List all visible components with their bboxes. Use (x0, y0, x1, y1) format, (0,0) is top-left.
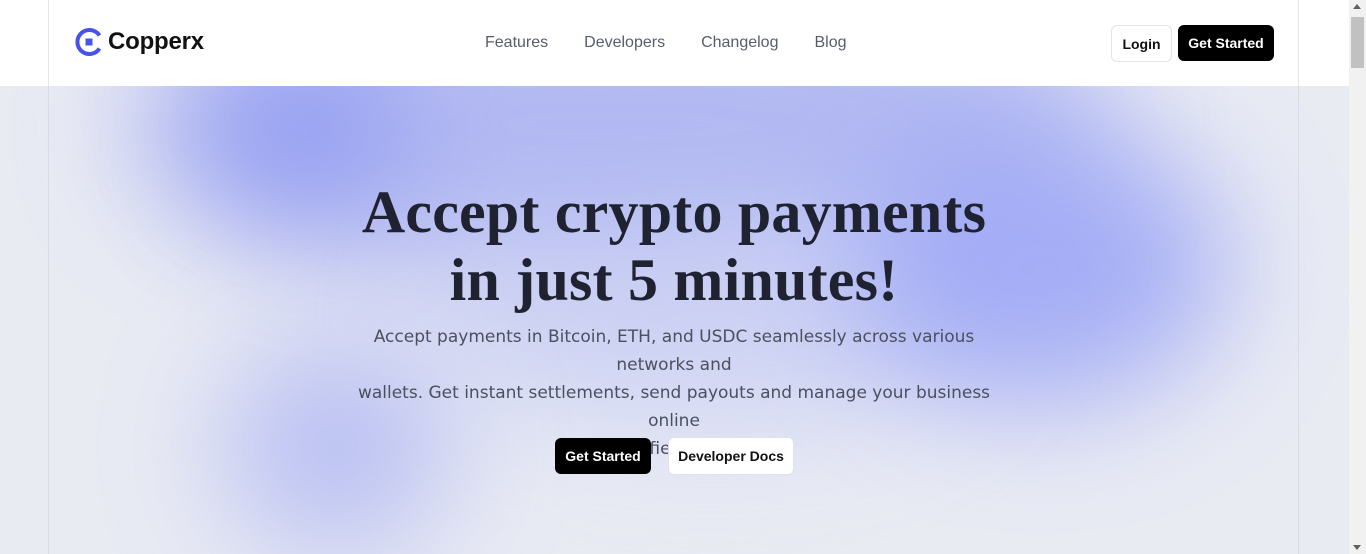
logo[interactable]: Copperx (74, 27, 204, 57)
hero-title-line-1: Accept crypto payments (361, 179, 987, 245)
main-nav: Features Developers Changelog Blog (485, 34, 883, 52)
nav-link-features[interactable]: Features (485, 34, 548, 52)
copperx-logo-icon (74, 27, 104, 57)
hero-background (0, 86, 1349, 554)
hero-subtitle-line-1: Accept payments in Bitcoin, ETH, and USD… (373, 327, 975, 375)
vertical-scrollbar[interactable] (1349, 0, 1366, 554)
developer-docs-button[interactable]: Developer Docs (668, 437, 794, 475)
logo-text: Copperx (108, 28, 204, 55)
hero-title-line-2: in just 5 minutes! (449, 247, 899, 313)
nav-link-blog[interactable]: Blog (814, 34, 846, 52)
scroll-up-arrow-icon[interactable] (1353, 4, 1361, 9)
nav-link-developers[interactable]: Developers (584, 34, 665, 52)
viewport: Copperx Features Developers Changelog Bl… (0, 0, 1349, 554)
header-container: Copperx Features Developers Changelog Bl… (48, 0, 1299, 86)
scrollbar-thumb[interactable] (1351, 17, 1364, 68)
hero-get-started-button[interactable]: Get Started (555, 438, 651, 474)
nav-link-changelog[interactable]: Changelog (701, 34, 778, 52)
header-get-started-button[interactable]: Get Started (1178, 25, 1274, 61)
login-button[interactable]: Login (1111, 25, 1172, 62)
scroll-down-arrow-icon[interactable] (1353, 545, 1361, 550)
site-header: Copperx Features Developers Changelog Bl… (0, 0, 1349, 86)
page: Copperx Features Developers Changelog Bl… (0, 0, 1366, 554)
hero-subtitle-line-2: wallets. Get instant settlements, send p… (357, 383, 991, 431)
hero-title: Accept crypto payments in just 5 minutes… (274, 178, 1074, 314)
